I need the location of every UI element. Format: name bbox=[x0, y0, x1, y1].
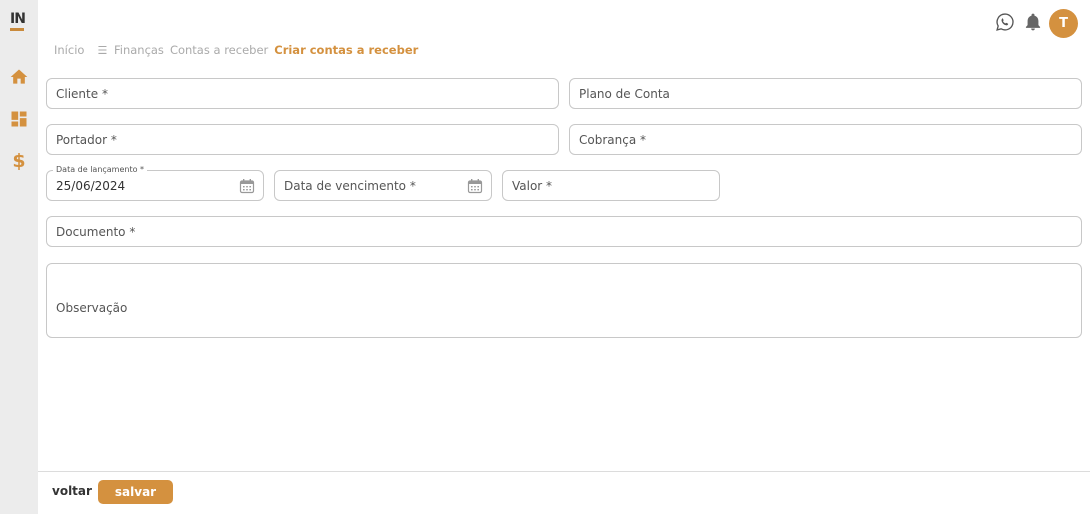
bell-icon bbox=[1025, 13, 1041, 31]
data-lancamento-field[interactable]: Data de lançamento * 25/06/2024 bbox=[46, 165, 264, 201]
calendar-icon[interactable] bbox=[239, 178, 255, 194]
notifications-button[interactable] bbox=[1023, 12, 1043, 32]
sidebar-item-finance[interactable]: $ bbox=[8, 150, 30, 172]
sidebar: IN $ bbox=[0, 0, 38, 514]
plano-de-conta-placeholder: Plano de Conta bbox=[579, 86, 670, 101]
logo-text: IN bbox=[10, 11, 26, 27]
documento-placeholder: Documento * bbox=[56, 224, 136, 239]
dollar-icon: $ bbox=[12, 150, 26, 172]
data-vencimento-field[interactable]: Data de vencimento * bbox=[274, 170, 492, 201]
observacao-textarea[interactable]: Observação bbox=[46, 263, 1082, 338]
sidebar-item-dashboard[interactable] bbox=[8, 108, 30, 130]
data-vencimento-placeholder: Data de vencimento * bbox=[284, 178, 416, 193]
calendar-icon[interactable] bbox=[467, 178, 483, 194]
app-root: IN $ T Início ☰ Finanças Contas a recebe… bbox=[0, 0, 1090, 514]
breadcrumb: Início ☰ Finanças Contas a receber Criar… bbox=[54, 43, 418, 57]
data-lancamento-label: Data de lançamento * bbox=[53, 165, 148, 175]
whatsapp-button[interactable] bbox=[995, 12, 1015, 32]
breadcrumb-finance-label: Finanças bbox=[113, 43, 164, 57]
documento-field[interactable]: Documento * bbox=[46, 216, 1082, 247]
whatsapp-icon bbox=[996, 13, 1014, 31]
breadcrumb-receivables[interactable]: Contas a receber bbox=[170, 43, 268, 57]
breadcrumb-current: Criar contas a receber bbox=[274, 43, 419, 57]
cobranca-placeholder: Cobrança * bbox=[579, 132, 646, 147]
breadcrumb-home[interactable]: Início bbox=[54, 43, 84, 57]
save-button[interactable]: salvar bbox=[98, 480, 173, 504]
dashboard-icon bbox=[11, 111, 27, 127]
app-logo[interactable]: IN bbox=[10, 12, 26, 34]
valor-placeholder: Valor * bbox=[512, 178, 553, 193]
home-icon bbox=[10, 69, 28, 84]
cobranca-field[interactable]: Cobrança * bbox=[569, 124, 1082, 155]
logo-bar bbox=[10, 28, 24, 31]
plano-de-conta-field[interactable]: Plano de Conta bbox=[569, 78, 1082, 109]
observacao-placeholder: Observação bbox=[56, 301, 128, 315]
user-avatar[interactable]: T bbox=[1049, 9, 1078, 38]
valor-field[interactable]: Valor * bbox=[502, 170, 720, 201]
breadcrumb-finance[interactable]: ☰ Finanças bbox=[97, 43, 164, 57]
portador-field[interactable]: Portador * bbox=[46, 124, 559, 155]
data-lancamento-value: 25/06/2024 bbox=[56, 179, 126, 193]
back-button[interactable]: voltar bbox=[52, 484, 92, 498]
footer-divider bbox=[38, 471, 1090, 472]
cliente-field[interactable]: Cliente * bbox=[46, 78, 559, 109]
menu-icon: ☰ bbox=[97, 44, 108, 57]
cliente-placeholder: Cliente * bbox=[56, 86, 108, 101]
sidebar-item-home[interactable] bbox=[8, 66, 30, 88]
portador-placeholder: Portador * bbox=[56, 132, 117, 147]
